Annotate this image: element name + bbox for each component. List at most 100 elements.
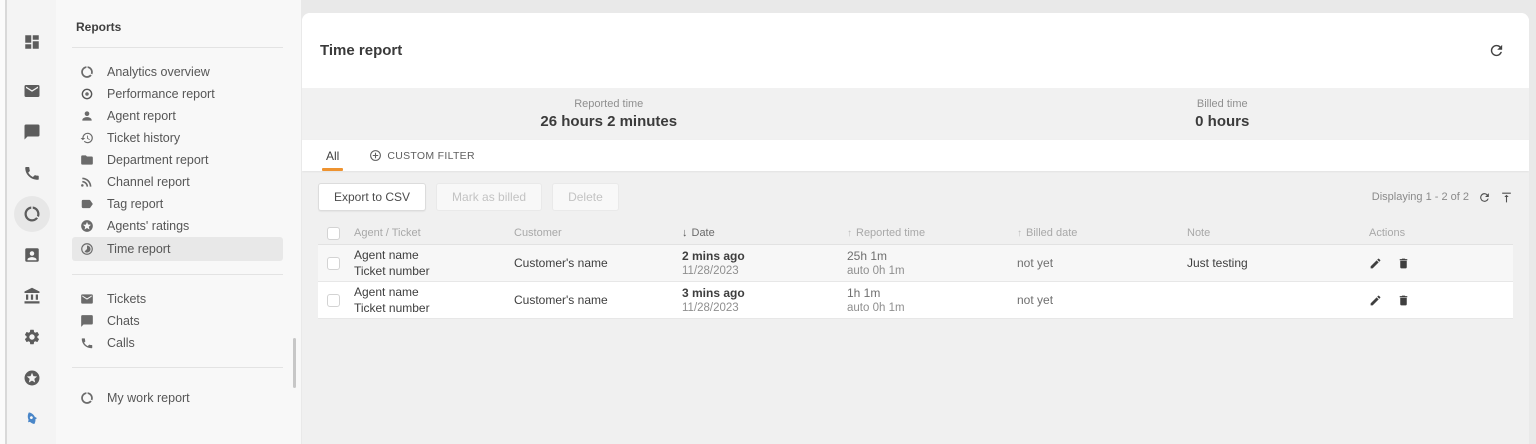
reported-time-auto: auto 0h 1m (847, 265, 1017, 277)
sidebar-item-agents-ratings[interactable]: Agents' ratings (72, 215, 283, 237)
date-absolute: 11/28/2023 (682, 265, 847, 277)
sidebar-scrollbar[interactable] (293, 338, 296, 388)
row-checkbox[interactable] (327, 257, 340, 270)
stars-icon (80, 219, 94, 233)
row-checkbox[interactable] (327, 294, 340, 307)
reported-time: 25h 1m (847, 249, 1017, 263)
sidebar-item-label: Channel report (107, 175, 190, 189)
sidebar-item-calls[interactable]: Calls (72, 332, 283, 354)
analytics-icon (80, 65, 94, 79)
sidebar-item-chats[interactable]: Chats (72, 310, 283, 332)
sidebar-item-time-report[interactable]: Time report (72, 237, 283, 261)
tag-icon (80, 197, 94, 211)
person-icon (80, 109, 94, 123)
billed-date-cell: not yet (1017, 293, 1187, 307)
dashboard-icon[interactable] (14, 24, 50, 60)
stars-icon[interactable] (14, 360, 50, 396)
agent-name: Agent name (354, 285, 514, 299)
toolbar-right: Displaying 1 - 2 of 2 (1372, 191, 1513, 204)
sidebar-item-ticket-history[interactable]: Ticket history (72, 127, 283, 149)
rss-icon (80, 175, 94, 189)
table-row[interactable]: Agent name Ticket number Customer's name… (318, 245, 1513, 282)
trash-icon[interactable] (1397, 257, 1410, 270)
refresh-icon[interactable] (1488, 42, 1505, 59)
reported-time-cell: 1h 1m auto 0h 1m (847, 286, 1017, 314)
page-title: Time report (320, 42, 402, 59)
chat-icon[interactable] (14, 114, 50, 150)
column-date[interactable]: ↓ Date (682, 227, 847, 239)
column-agent-ticket[interactable]: Agent / Ticket (354, 227, 514, 239)
mail-icon[interactable] (14, 73, 50, 109)
billed-date-cell: not yet (1017, 256, 1187, 270)
tab-custom-filter[interactable]: CUSTOM FILTER (369, 140, 475, 171)
table-row[interactable]: Agent name Ticket number Customer's name… (318, 282, 1513, 319)
window-edge (0, 0, 7, 444)
filter-tabbar: All CUSTOM FILTER (302, 140, 1529, 171)
gear-icon[interactable] (14, 319, 50, 355)
ticket-number: Ticket number (354, 301, 514, 315)
sidebar-item-label: Tag report (107, 197, 163, 211)
sidebar-item-tag-report[interactable]: Tag report (72, 193, 283, 215)
stat-reported-time: Reported time 26 hours 2 minutes (302, 88, 916, 140)
actions-cell (1357, 257, 1513, 270)
export-csv-button[interactable]: Export to CSV (318, 183, 426, 211)
column-reported-time[interactable]: ↑ Reported time (847, 227, 1017, 239)
sidebar-item-department-report[interactable]: Department report (72, 149, 283, 171)
time-report-table: Agent / Ticket Customer ↓ Date ↑ Reporte… (318, 222, 1513, 319)
icon-rail (7, 0, 56, 444)
contacts-icon[interactable] (14, 237, 50, 273)
date-cell: 2 mins ago 11/28/2023 (682, 249, 847, 277)
sidebar-item-tickets[interactable]: Tickets (72, 288, 283, 310)
sidebar-item-label: Agents' ratings (107, 219, 189, 233)
stat-label: Reported time (574, 98, 643, 110)
column-note[interactable]: Note (1187, 227, 1357, 239)
sidebar-item-label: Ticket history (107, 131, 180, 145)
sidebar-item-performance-report[interactable]: Performance report (72, 83, 283, 105)
reported-time: 1h 1m (847, 286, 1017, 300)
date-cell: 3 mins ago 11/28/2023 (682, 286, 847, 314)
sidebar-item-label: Chats (107, 314, 140, 328)
sidebar-item-my-work-report[interactable]: My work report (72, 387, 283, 409)
divider (72, 47, 283, 48)
rocket-icon[interactable] (14, 401, 50, 437)
divider (72, 274, 283, 275)
sidebar-item-label: Department report (107, 153, 208, 167)
analytics-icon (80, 391, 94, 405)
agent-name: Agent name (354, 248, 514, 262)
agent-ticket-cell: Agent name Ticket number (354, 248, 514, 278)
bank-icon[interactable] (14, 278, 50, 314)
sidebar-item-analytics-overview[interactable]: Analytics overview (72, 61, 283, 83)
sidebar-item-agent-report[interactable]: Agent report (72, 105, 283, 127)
agent-ticket-cell: Agent name Ticket number (354, 285, 514, 315)
plus-circle-icon (369, 149, 382, 162)
sidebar-item-label: Performance report (107, 87, 215, 101)
reported-time-cell: 25h 1m auto 0h 1m (847, 249, 1017, 277)
refresh-list-icon[interactable] (1478, 191, 1491, 204)
date-absolute: 11/28/2023 (682, 302, 847, 314)
sidebar-item-channel-report[interactable]: Channel report (72, 171, 283, 193)
column-customer[interactable]: Customer (514, 227, 682, 239)
delete-button[interactable]: Delete (552, 183, 619, 211)
reports-icon[interactable] (14, 196, 50, 232)
trash-icon[interactable] (1397, 294, 1410, 307)
app-window: Reports Analytics overview Performance r… (0, 0, 1536, 444)
tab-label: All (326, 149, 339, 163)
edit-icon[interactable] (1369, 294, 1382, 307)
edit-icon[interactable] (1369, 257, 1382, 270)
sidebar-item-label: Agent report (107, 109, 176, 123)
sort-desc-icon: ↓ (682, 227, 688, 239)
column-actions: Actions (1357, 227, 1513, 239)
reports-sidebar: Reports Analytics overview Performance r… (56, 0, 301, 444)
actions-cell (1357, 294, 1513, 307)
reported-time-auto: auto 0h 1m (847, 302, 1017, 314)
sidebar-item-label: Calls (107, 336, 135, 350)
phone-icon[interactable] (14, 155, 50, 191)
mark-as-billed-button[interactable]: Mark as billed (436, 183, 542, 211)
scroll-to-top-icon[interactable] (1500, 191, 1513, 204)
stat-label: Billed time (1197, 98, 1248, 110)
tab-all[interactable]: All (322, 140, 343, 171)
select-all-checkbox[interactable] (327, 227, 340, 240)
stats-bar: Reported time 26 hours 2 minutes Billed … (302, 88, 1529, 140)
column-billed-date[interactable]: ↑ Billed date (1017, 227, 1187, 239)
time-report-card: Time report Reported time 26 hours 2 min… (302, 13, 1529, 444)
